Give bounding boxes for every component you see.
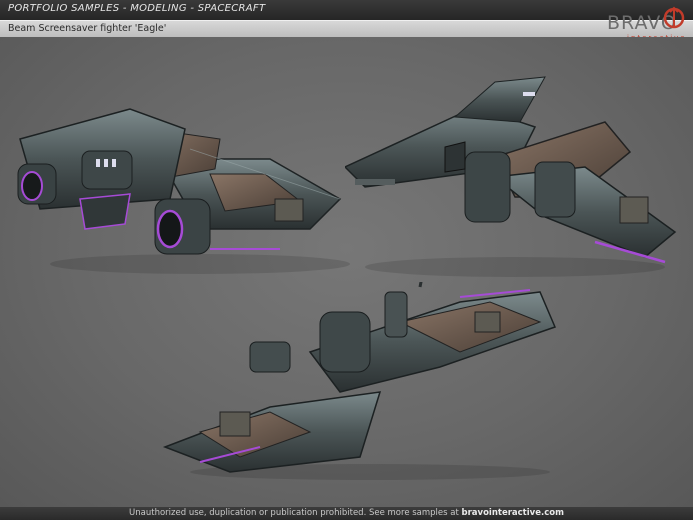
header-bar: PORTFOLIO SAMPLES - MODELING - SPACECRAF… bbox=[0, 0, 693, 20]
ship-render-front-left bbox=[17, 108, 350, 274]
footer-website-link[interactable]: bravointeractive.com bbox=[462, 508, 564, 518]
render-stage bbox=[0, 37, 693, 507]
page-title: PORTFOLIO SAMPLES - MODELING - SPACECRAF… bbox=[8, 3, 266, 14]
model-title: Beam Screensaver fighter 'Eagle' bbox=[8, 23, 167, 34]
ship-render-front-right bbox=[345, 76, 677, 277]
footer-bar: Unauthorized use, duplication or publica… bbox=[0, 507, 693, 520]
footer-copyright: Unauthorized use, duplication or publica… bbox=[129, 508, 459, 518]
footer-notice: Unauthorized use, duplication or publica… bbox=[0, 508, 693, 518]
bravo-logo-mark-icon bbox=[663, 6, 685, 29]
ship-render-top-down bbox=[162, 282, 557, 480]
subheader-bar: Beam Screensaver fighter 'Eagle' bbox=[0, 20, 693, 38]
